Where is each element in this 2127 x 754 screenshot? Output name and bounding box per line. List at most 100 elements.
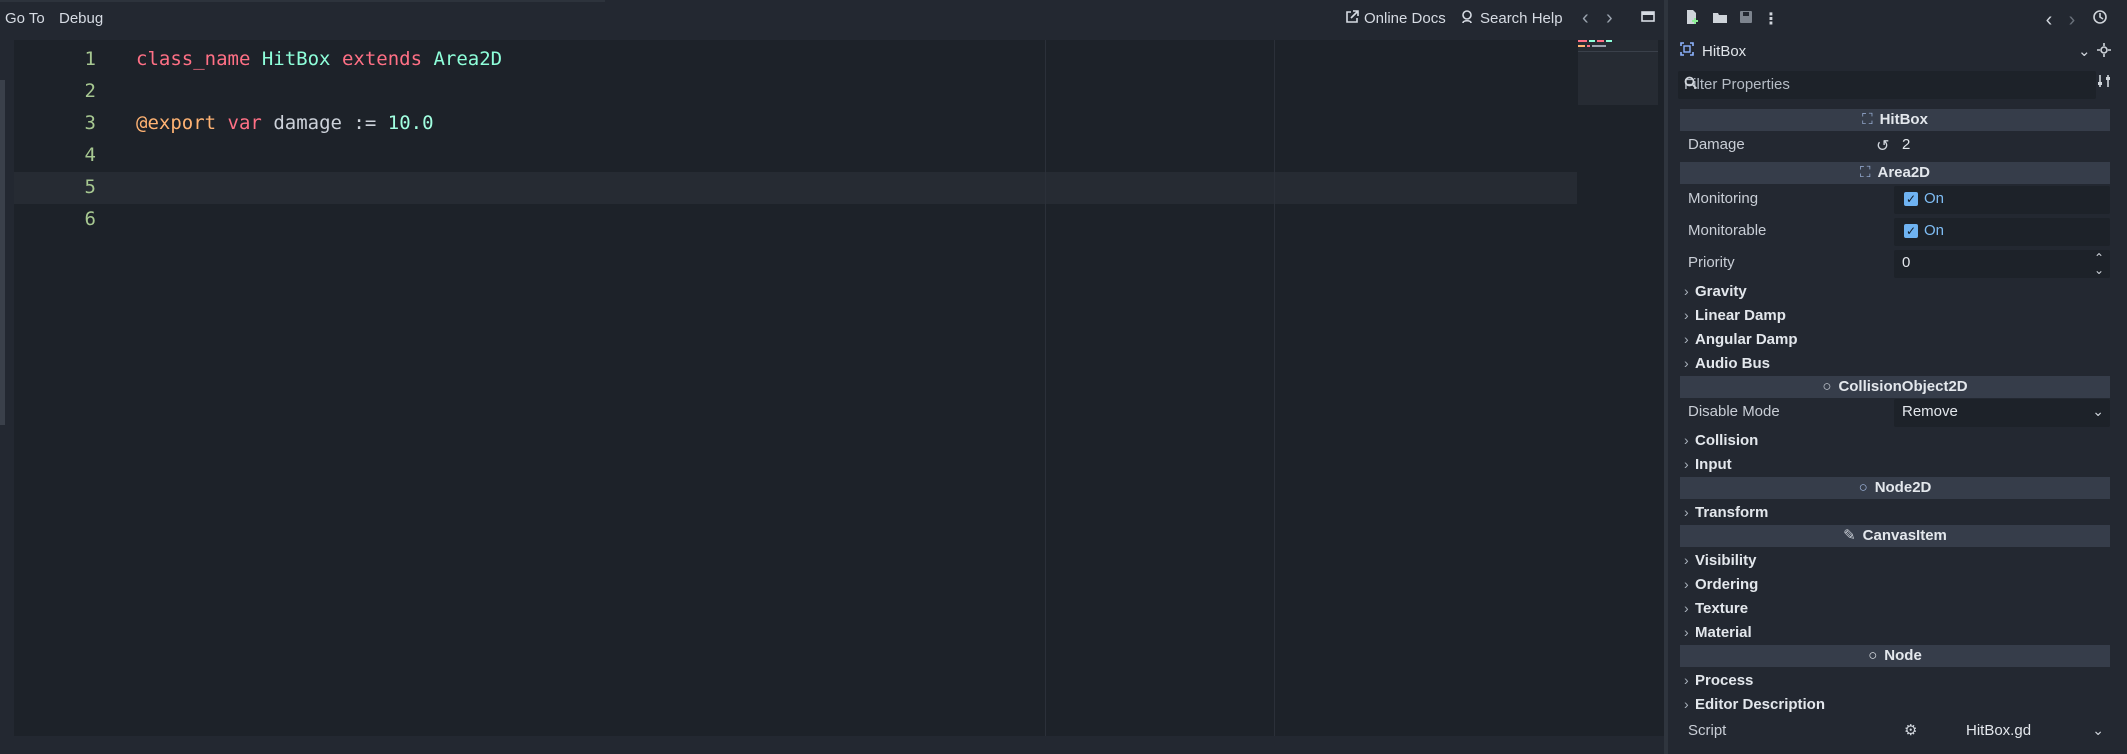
monitorable-label: Monitorable	[1688, 222, 1767, 239]
group-audio-bus[interactable]: › Audio Bus	[1680, 352, 2110, 376]
group-ordering[interactable]: › Ordering	[1680, 573, 2110, 597]
code-editor[interactable]	[14, 40, 1664, 736]
damage-field[interactable]: 2	[1894, 132, 2110, 160]
tab-strip-accent	[0, 0, 605, 2]
chevron-down-icon: ⌄	[2092, 722, 2104, 738]
revert-icon[interactable]: ↺	[1876, 136, 1889, 156]
property-script: Script ⚙ HitBox.gd ⌄	[1680, 718, 2110, 746]
monitoring-value: On	[1924, 190, 1945, 207]
group-material[interactable]: › Material	[1680, 621, 2110, 645]
search-icon	[1684, 76, 2090, 94]
code-line-1: class_name HitBox extends Area2D	[136, 48, 502, 70]
property-settings-icon[interactable]	[2093, 73, 2115, 95]
base-class: Area2D	[433, 48, 503, 70]
check-icon: ✓	[1904, 224, 1918, 238]
filter-properties-input[interactable]: Filter Properties	[1678, 71, 2096, 99]
monitoring-label: Monitoring	[1688, 190, 1759, 207]
node-selector-label: HitBox	[1702, 43, 1747, 60]
chevron-right-icon[interactable]: ›	[1606, 7, 1613, 30]
line-number: 4	[84, 144, 96, 166]
priority-label: Priority	[1688, 254, 1735, 271]
priority-spinbox[interactable]: 0 ⌃ ⌄	[1894, 250, 2110, 278]
property-priority: Priority 0 ⌃ ⌄	[1680, 250, 2110, 278]
new-resource-icon[interactable]	[1681, 9, 1703, 31]
help-search-icon	[1461, 10, 1475, 28]
section-node2d[interactable]: ○ Node2D	[1680, 477, 2110, 499]
more-options-icon[interactable]: ⋮	[1760, 9, 1782, 31]
search-help-button[interactable]: Search Help	[1461, 10, 1563, 28]
script-label: Script	[1688, 722, 1727, 739]
node-selector[interactable]: HitBox ⌄	[1678, 40, 2120, 66]
chevron-down-icon: ⌄	[2078, 43, 2091, 60]
chevron-down-icon: ⌄	[2092, 403, 2104, 419]
chevron-right-icon: ›	[1684, 355, 1689, 371]
chevron-left-icon[interactable]: ‹	[1582, 7, 1589, 30]
operator-assign: :=	[353, 112, 377, 134]
group-collision[interactable]: › Collision	[1680, 429, 2110, 453]
keyword-var: var	[227, 112, 262, 134]
property-monitorable: Monitorable ✓ On	[1680, 218, 2110, 246]
open-folder-icon[interactable]	[1709, 9, 1731, 31]
chevron-right-icon: ›	[1684, 672, 1689, 688]
identifier-damage: damage	[273, 112, 342, 134]
save-icon[interactable]	[1735, 9, 1757, 31]
chevron-right-icon: ›	[1684, 432, 1689, 448]
group-editor-description[interactable]: › Editor Description	[1680, 693, 2110, 717]
section-area2d[interactable]: ⛶ Area2D	[1680, 162, 2110, 184]
chevron-right-icon: ›	[1684, 552, 1689, 568]
group-gravity[interactable]: › Gravity	[1680, 280, 2110, 304]
monitorable-value: On	[1924, 222, 1945, 239]
editor-toolbar: Go To Debug Online Docs Search Help ‹ ›	[0, 0, 1668, 40]
group-visibility[interactable]: › Visibility	[1680, 549, 2110, 573]
number-literal: 10.0	[387, 112, 434, 134]
minimap-line	[1578, 40, 1587, 42]
property-monitoring: Monitoring ✓ On	[1680, 186, 2110, 214]
editor-side-strip	[0, 40, 14, 754]
minimap-line	[1578, 45, 1585, 47]
line-length-guide-hard	[1274, 40, 1275, 736]
group-angular-damp[interactable]: › Angular Damp	[1680, 328, 2110, 352]
code-minimap[interactable]	[1578, 40, 1658, 105]
node-tools-icon[interactable]	[2093, 42, 2115, 64]
object-history-icon[interactable]	[2089, 9, 2111, 31]
goto-menu[interactable]: Go To	[5, 10, 45, 27]
area2d-node-icon	[1680, 42, 1694, 60]
history-forward-icon[interactable]: ›	[2061, 9, 2083, 31]
monitorable-checkbox[interactable]: ✓ On	[1894, 218, 2110, 246]
debug-menu[interactable]: Debug	[59, 10, 103, 27]
section-hitbox[interactable]: ⛶ HitBox	[1680, 109, 2110, 131]
history-back-icon[interactable]: ‹	[2038, 9, 2060, 31]
gear-icon: ⚙	[1904, 722, 1918, 739]
spinner-arrows-icon[interactable]: ⌃ ⌄	[2094, 252, 2104, 276]
minimap-line	[1589, 40, 1595, 42]
current-line-highlight	[14, 172, 1577, 204]
line-number: 2	[84, 80, 96, 102]
disable-mode-dropdown[interactable]: Remove ⌄	[1894, 399, 2110, 427]
inspector-panel: ⋮ ‹ › HitBox ⌄ Filter Properties ⛶ HitBox…	[1668, 0, 2127, 754]
section-node[interactable]: ○ Node	[1680, 645, 2110, 667]
section-collision-object2d[interactable]: ○ CollisionObject2D	[1680, 376, 2110, 398]
section-canvas-item[interactable]: ✎ CanvasItem	[1680, 525, 2110, 547]
check-icon: ✓	[1904, 192, 1918, 206]
monitoring-checkbox[interactable]: ✓ On	[1894, 186, 2110, 214]
group-process[interactable]: › Process	[1680, 669, 2110, 693]
float-window-button[interactable]	[1641, 9, 1655, 27]
class-name: HitBox	[261, 48, 331, 70]
minimap-line	[1587, 45, 1590, 47]
inspector-toolbar: ⋮ ‹ ›	[1668, 0, 2127, 40]
script-resource-picker[interactable]: ⚙ HitBox.gd ⌄	[1894, 718, 2110, 746]
line-number: 6	[84, 208, 96, 230]
damage-value: 2	[1902, 136, 1911, 153]
disable-mode-value: Remove	[1902, 403, 1958, 420]
disable-mode-label: Disable Mode	[1688, 403, 1780, 420]
node2d-class-icon: ○	[1858, 479, 1868, 496]
brush-icon: ✎	[1843, 527, 1856, 544]
group-texture[interactable]: › Texture	[1680, 597, 2110, 621]
group-transform[interactable]: › Transform	[1680, 501, 2110, 525]
external-link-icon	[1345, 10, 1359, 28]
window-icon	[1641, 11, 1655, 22]
online-docs-button[interactable]: Online Docs	[1345, 10, 1446, 28]
group-input[interactable]: › Input	[1680, 453, 2110, 477]
group-linear-damp[interactable]: › Linear Damp	[1680, 304, 2110, 328]
script-value: HitBox.gd	[1966, 722, 2032, 739]
